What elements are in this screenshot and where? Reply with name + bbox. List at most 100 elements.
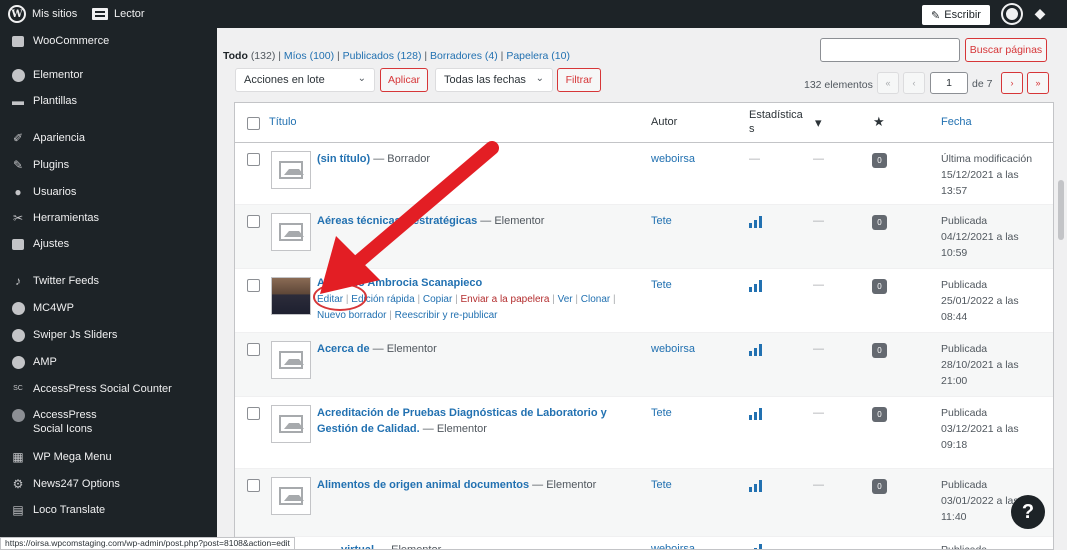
filter-all[interactable]: Todo (132) [223,50,275,62]
sidebar-item-apariencia[interactable]: ✐ Apariencia [0,131,217,145]
row-author[interactable]: Tete [651,215,672,227]
stats-icon[interactable] [749,544,763,549]
bulk-actions-value: Acciones en lote [244,74,325,86]
sidebar-item-news247[interactable]: ⚙ News247 Options [0,477,217,491]
clone-link[interactable]: Clonar [581,294,610,305]
bulk-actions-select[interactable]: Acciones en lote ⌄ [235,68,375,92]
sidebar-item-swiper[interactable]: Swiper Js Sliders [0,328,217,342]
row-checkbox[interactable] [247,279,260,292]
sidebar-item-plugins[interactable]: ✎ Plugins [0,158,217,172]
notifications-icon[interactable]: ◆ [1032,5,1048,21]
row-checkbox[interactable] [247,407,260,420]
row-stats: — [749,153,760,165]
sidebar-item-loco[interactable]: ▤ Loco Translate [0,503,217,517]
row-author[interactable]: weboirsa [651,543,695,549]
row-author[interactable]: Tete [651,407,672,419]
row-title[interactable]: (sin título) — Borrador [317,151,430,167]
stats-icon[interactable] [749,216,763,228]
highlight-circle [313,283,367,311]
trash-link[interactable]: Enviar a la papelera [460,294,549,305]
social-icons-label-2: Social Icons [33,423,93,435]
search-input[interactable] [820,38,960,62]
sidebar-item-herramientas[interactable]: ✂ Herramientas [0,211,217,225]
sidebar-item-plantillas[interactable]: ▬ Plantillas [0,94,217,108]
write-button[interactable]: ✎ Escribir [922,5,990,25]
paintbrush-icon: ✐ [12,131,24,145]
sidebar-item-social-counter[interactable]: SC AccessPress Social Counter [0,382,217,396]
stats-icon[interactable] [749,280,763,292]
prev-page-button[interactable]: ‹ [903,72,925,94]
filter-mine[interactable]: Míos (100) [284,50,334,62]
column-date[interactable]: Fecha [941,116,972,128]
select-all-checkbox[interactable] [247,117,260,130]
sidebar-item-twitter-feeds[interactable]: ♪ Twitter Feeds [0,274,217,288]
wrench-icon: ✂ [12,211,24,225]
row-author[interactable]: Tete [651,279,672,291]
filter-trash[interactable]: Papelera (10) [506,50,570,62]
new-draft-link[interactable]: Nuevo borrador [317,310,386,321]
row-author[interactable]: weboirsa [651,153,695,165]
users-icon: ● [14,185,22,199]
star-icon: ★ [873,114,885,129]
reader-link[interactable]: Lector [92,0,145,28]
sidebar-item-mc4wp[interactable]: MC4WP [0,301,217,315]
status-badge: 0 [872,215,887,230]
my-sites-link[interactable]: Mis sitios [32,0,77,28]
avatar[interactable] [1003,5,1021,23]
row-title[interactable]: Acerca de — Elementor [317,341,437,357]
row-title[interactable]: Alimentos de origen animal documentos — … [317,477,596,493]
row-author[interactable]: weboirsa [651,343,695,355]
row-checkbox[interactable] [247,153,260,166]
column-title[interactable]: Título [269,116,297,128]
date-filter-select[interactable]: Todas las fechas ⌄ [435,68,553,92]
scrollbar[interactable] [1058,180,1064,240]
sidebar-item-usuarios[interactable]: ● Usuarios [0,185,217,199]
wordpress-logo-icon[interactable]: W [8,5,26,23]
row-title[interactable]: virtual — Elementor [341,542,441,549]
row-checkbox[interactable] [247,343,260,356]
row-date: Publicada 25/01/2022 a las 08:44 [941,279,1019,323]
sidebar-item-ajustes[interactable]: Ajustes [0,237,217,251]
row-date: Publicada 04/12/2021 a las 10:59 [941,215,1019,259]
plug-icon: ✎ [12,158,24,172]
first-page-button[interactable]: « [877,72,899,94]
stats-icon[interactable] [749,344,763,356]
row-author[interactable]: Tete [651,479,672,491]
current-page-input[interactable]: 1 [930,72,968,94]
row-title[interactable]: Aéreas técnicas y estratégicas — Element… [317,213,544,229]
view-link[interactable]: Ver [558,294,573,305]
status-badge: 0 [872,279,887,294]
gear-icon: ⚙ [12,477,24,491]
write-label: Escribir [944,9,981,21]
thumbnail-placeholder-icon [271,341,311,379]
row-title[interactable]: Acreditación de Pruebas Diagnósticas de … [317,405,642,437]
next-page-button[interactable]: › [1001,72,1023,94]
copy-link[interactable]: Copiar [423,294,452,305]
column-author: Autor [651,116,678,128]
stats-icon[interactable] [749,408,763,420]
search-pages-button[interactable]: Buscar páginas [965,38,1047,62]
rewrite-link[interactable]: Reescribir y re-publicar [395,310,498,321]
sidebar-item-mega-menu[interactable]: ▦ WP Mega Menu [0,450,217,464]
last-page-button[interactable]: » [1027,72,1049,94]
help-button[interactable]: ? [1011,495,1045,529]
thumbnail-placeholder-icon [271,477,311,515]
mc4wp-icon [11,301,25,315]
filter-drafts[interactable]: Borradores (4) [430,50,498,62]
reader-icon [92,8,108,20]
sidebar-item-amp[interactable]: AMP [0,355,217,369]
row-checkbox[interactable] [247,479,260,492]
sidebar-item-social-icons[interactable]: AccessPress Social Icons [0,408,217,436]
row-date: Publicada [941,544,988,550]
apply-button[interactable]: Aplicar [380,68,428,92]
sidebar-item-woocommerce[interactable]: WooCommerce [0,34,217,48]
row-comments: — [813,215,824,227]
filter-published[interactable]: Publicados (128) [343,50,422,62]
stats-icon[interactable] [749,480,763,492]
swiper-icon [11,328,25,342]
row-comments: — [813,343,824,355]
sidebar-item-elementor[interactable]: Elementor [0,68,217,82]
filter-button[interactable]: Filtrar [557,68,601,92]
row-checkbox[interactable] [247,215,260,228]
thumbnail-placeholder-icon [271,151,311,189]
